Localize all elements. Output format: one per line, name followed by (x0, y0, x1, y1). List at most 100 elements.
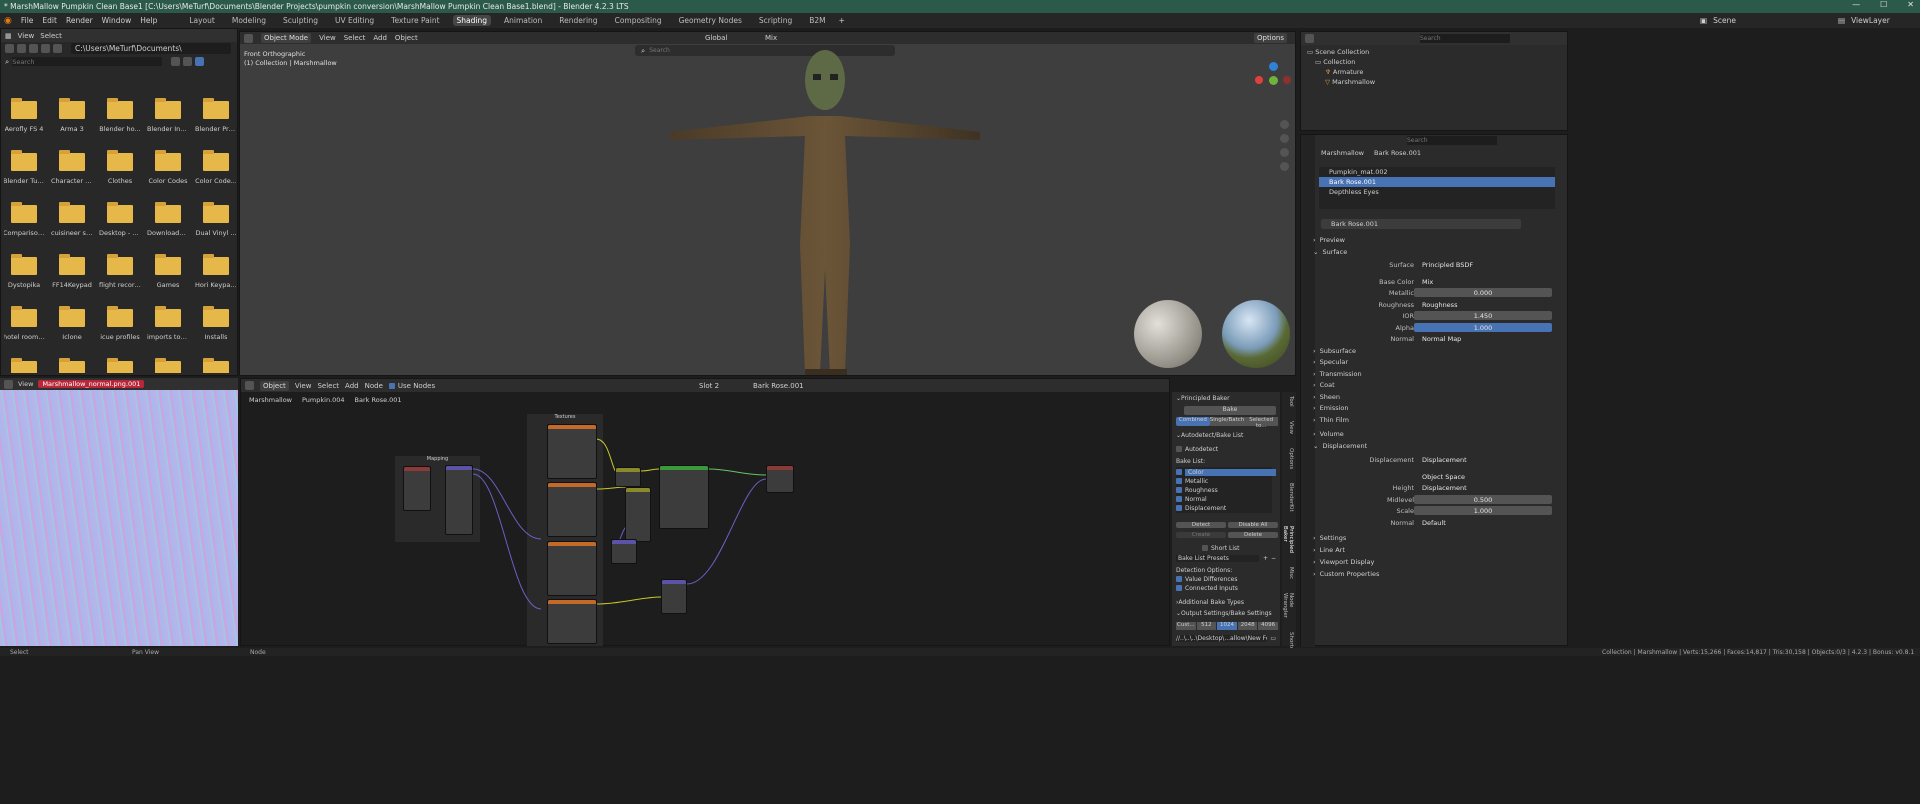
tab-b2m[interactable]: B2M (805, 15, 829, 26)
section-thin-film[interactable]: Thin Film (1320, 416, 1349, 424)
folder-item[interactable]: Blender Proj... (195, 95, 236, 133)
sidetab-view[interactable]: View (1282, 421, 1294, 434)
image-texture-node-4[interactable] (547, 599, 597, 644)
folder-item[interactable]: flight records (99, 251, 141, 289)
section-transmission[interactable]: Transmission (1320, 370, 1362, 378)
folder-item[interactable]: Joystick.Gre... (4, 355, 44, 373)
maximize-icon[interactable]: ☐ (1880, 0, 1887, 9)
character-model[interactable] (660, 44, 990, 376)
blender-logo-icon[interactable]: ◉ (4, 16, 12, 26)
image-texture-node-3[interactable] (547, 541, 597, 596)
sidetab-tool[interactable]: Tool (1282, 396, 1294, 407)
tab-geometry-nodes[interactable]: Geometry Nodes (675, 15, 746, 26)
folder-item[interactable]: FF14Keypad (52, 251, 92, 289)
folder-item[interactable]: Color Codes (148, 147, 188, 185)
folder-browse-icon[interactable]: ▭ (1270, 635, 1276, 642)
autodetect-checkbox[interactable] (1176, 446, 1182, 452)
normal-field[interactable]: Normal Map (1414, 334, 1552, 343)
section-coat[interactable]: Coat (1320, 381, 1335, 389)
folder-item[interactable]: Comparison... (4, 199, 45, 237)
alpha-field[interactable]: 1.000 (1414, 323, 1552, 332)
material-output-node[interactable] (766, 465, 794, 493)
scene-name[interactable]: Scene (1713, 16, 1736, 25)
size-custom[interactable]: Cust... (1176, 622, 1196, 630)
space-dropdown[interactable]: Object Space (1414, 472, 1552, 481)
scale-field[interactable]: 1.000 (1414, 506, 1552, 515)
folder-item[interactable]: Aerofly FS 4 (4, 95, 44, 133)
normal-map-node[interactable] (611, 539, 637, 564)
orientation-dropdown[interactable]: Global (705, 34, 727, 42)
ie-view-menu[interactable]: View (18, 380, 33, 388)
folder-item[interactable]: Color Code... (195, 147, 236, 185)
fb-view-menu[interactable]: View (18, 32, 35, 40)
folder-item[interactable]: Blender Tut... (4, 147, 45, 185)
tab-selected-to[interactable]: Selected to... (1244, 417, 1279, 429)
displacement-field[interactable]: Displacement (1414, 455, 1552, 464)
image-texture-node-2[interactable] (547, 482, 597, 537)
section-surface[interactable]: Surface (1322, 248, 1347, 256)
properties-search-input[interactable] (1407, 136, 1497, 145)
delete-button[interactable]: Delete (1228, 532, 1278, 538)
back-icon[interactable] (5, 44, 14, 53)
presets-dropdown[interactable]: Bake List Presets (1176, 554, 1259, 562)
tab-single-batch[interactable]: Single/Batch (1209, 417, 1245, 426)
separate-node[interactable] (625, 487, 651, 542)
sort-icon[interactable] (183, 57, 193, 66)
normal-checkbox[interactable] (1176, 496, 1182, 502)
file-search-input[interactable] (12, 57, 163, 66)
3d-viewport[interactable]: Object Mode View Select Add Object Globa… (239, 31, 1296, 376)
folder-item[interactable]: imports to c... (147, 303, 189, 341)
tab-combined[interactable]: Combined (1176, 417, 1210, 426)
outliner-armature[interactable]: ♆ Armature (1307, 67, 1561, 77)
tab-scripting[interactable]: Scripting (755, 15, 796, 26)
menu-edit[interactable]: Edit (42, 16, 57, 25)
remove-preset-icon[interactable]: − (1271, 555, 1276, 562)
create-button[interactable]: Create (1176, 532, 1226, 538)
outliner-collection[interactable]: ▭ Collection (1307, 57, 1561, 67)
roughness-checkbox[interactable] (1176, 487, 1182, 493)
menu-window[interactable]: Window (102, 16, 132, 25)
tab-layout[interactable]: Layout (185, 15, 219, 26)
bake-item-roughness[interactable]: Roughness (1185, 487, 1218, 494)
size-512[interactable]: 512 (1196, 622, 1217, 630)
folder-item[interactable]: Dystopika (4, 251, 44, 289)
mix-node[interactable] (615, 467, 641, 487)
folder-item[interactable]: Hori Keypad... (195, 251, 236, 289)
new-folder-icon[interactable] (53, 44, 62, 53)
vp-view-menu[interactable]: View (319, 34, 336, 42)
section-custom-properties[interactable]: Custom Properties (1320, 570, 1380, 578)
detect-button[interactable]: Detect (1176, 522, 1226, 528)
vp-object-menu[interactable]: Object (395, 34, 418, 42)
folder-item[interactable]: Iclone (52, 303, 92, 341)
folder-item[interactable]: Installs (196, 303, 236, 341)
tab-uv-editing[interactable]: UV Editing (331, 15, 378, 26)
outliner-marshmallow[interactable]: ▽ Marshmallow (1307, 77, 1561, 87)
folder-item[interactable]: Character C... (51, 147, 93, 185)
base-color-field[interactable]: Mix (1414, 277, 1552, 286)
bake-item-metallic[interactable]: Metallic (1185, 478, 1208, 485)
sidetab-misc[interactable]: Misc (1282, 567, 1294, 579)
pivot-dropdown[interactable]: Mix (765, 34, 777, 42)
grid-toggle-icon[interactable] (1280, 162, 1289, 171)
outliner-scene-collection[interactable]: ▭ Scene Collection (1307, 47, 1561, 57)
folder-item[interactable]: KiviTecno (52, 355, 92, 373)
camera-view-icon[interactable] (1280, 148, 1289, 157)
bake-item-color[interactable]: Color (1185, 468, 1276, 476)
ior-field[interactable]: 1.450 (1414, 311, 1552, 320)
bake-item-normal[interactable]: Normal (1185, 496, 1207, 503)
principled-bsdf-node[interactable] (659, 465, 709, 529)
material-name-field[interactable]: Bark Rose.001 (1331, 220, 1378, 228)
filter-icon[interactable] (195, 57, 205, 66)
forward-icon[interactable] (17, 44, 26, 53)
bake-button[interactable]: Bake (1184, 406, 1276, 415)
navigation-gizmo[interactable] (1255, 62, 1293, 100)
tab-shading[interactable]: Shading (452, 15, 492, 26)
folder-item[interactable]: Desktop - S... (99, 199, 141, 237)
roughness-field[interactable]: Roughness (1414, 300, 1552, 309)
zoom-icon[interactable] (1280, 120, 1289, 129)
disable-all-button[interactable]: Disable All (1228, 522, 1278, 528)
midlevel-field[interactable]: 0.500 (1414, 495, 1552, 504)
folder-item[interactable]: Dual Vinyl ... (195, 199, 236, 237)
hand-pan-icon[interactable] (1280, 134, 1289, 143)
editor-type-icon[interactable]: ▦ (5, 32, 12, 40)
